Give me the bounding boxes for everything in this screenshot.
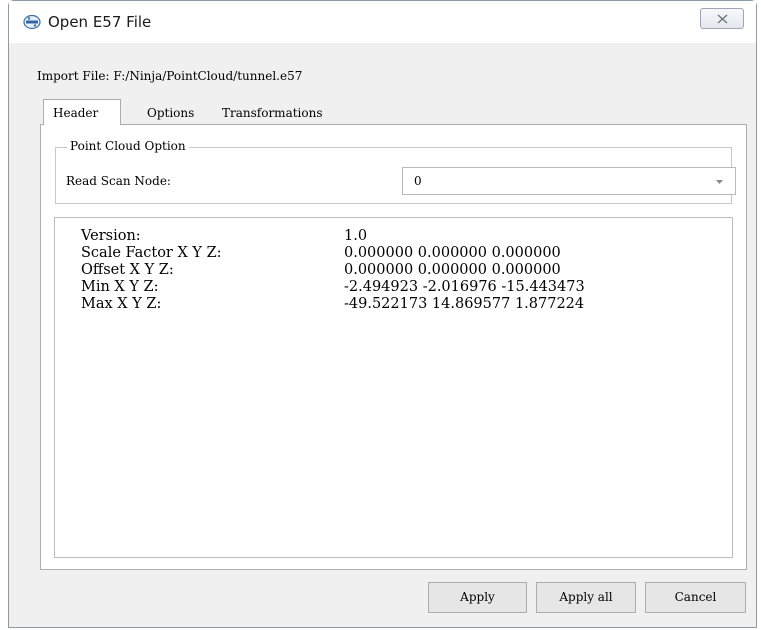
info-label-max: Max X Y Z:: [81, 296, 162, 312]
tab-options[interactable]: Options: [147, 101, 194, 125]
point-cloud-option-group: Point Cloud Option Read Scan Node: 0: [55, 139, 736, 204]
header-tab-panel: Point Cloud Option Read Scan Node: 0 Ver…: [40, 124, 747, 570]
info-value-version: 1.0: [344, 228, 368, 244]
info-value-max: -49.522173 14.869577 1.877224: [344, 296, 585, 312]
read-scan-node-value: 0: [414, 174, 422, 188]
dialog-window: Open E57 File Import File: F:/Ninja/Poin…: [8, 0, 757, 628]
tab-transformations[interactable]: Transformations: [222, 101, 323, 125]
apply-all-button[interactable]: Apply all: [536, 582, 636, 613]
title-bar[interactable]: Open E57 File: [9, 1, 756, 43]
cancel-button[interactable]: Cancel: [645, 582, 746, 613]
close-icon: [717, 14, 728, 24]
info-value-min: -2.494923 -2.016976 -15.443473: [344, 279, 585, 295]
info-label-min: Min X Y Z:: [81, 279, 159, 295]
app-icon: [23, 14, 41, 30]
info-value-scale-factor: 0.000000 0.000000 0.000000: [344, 245, 561, 261]
import-file-label: Import File: F:/Ninja/PointCloud/tunnel.…: [37, 69, 303, 83]
chevron-down-icon: [716, 180, 723, 184]
info-value-offset: 0.000000 0.000000 0.000000: [344, 262, 561, 278]
info-label-scale-factor: Scale Factor X Y Z:: [81, 245, 222, 261]
apply-button[interactable]: Apply: [428, 582, 527, 613]
read-scan-node-label: Read Scan Node:: [66, 174, 171, 188]
header-info-box[interactable]: Version: 1.0 Scale Factor X Y Z: 0.00000…: [54, 217, 733, 558]
info-label-offset: Offset X Y Z:: [81, 262, 174, 278]
close-button[interactable]: [700, 8, 744, 29]
info-label-version: Version:: [81, 228, 141, 244]
group-title: Point Cloud Option: [67, 139, 189, 153]
read-scan-node-select[interactable]: 0: [402, 167, 736, 195]
window-title: Open E57 File: [48, 13, 152, 31]
tab-header[interactable]: Header: [43, 99, 121, 125]
